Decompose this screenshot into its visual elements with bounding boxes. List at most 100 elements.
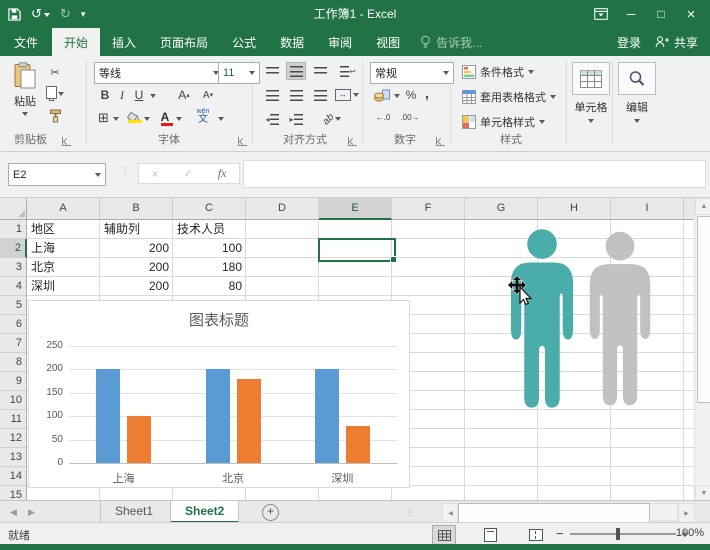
- formula-input[interactable]: [243, 160, 706, 188]
- font-size-select[interactable]: 11: [218, 62, 260, 84]
- grid-cell-C2[interactable]: 100: [173, 239, 246, 258]
- tab-formulas[interactable]: 公式: [220, 28, 268, 56]
- name-box-dropdown-icon[interactable]: [95, 173, 101, 177]
- align-center-button[interactable]: [286, 86, 306, 104]
- orientation-button[interactable]: ab: [318, 110, 346, 128]
- fill-color-dropdown-icon[interactable]: [144, 117, 150, 121]
- number-format-dropdown-icon[interactable]: [443, 71, 449, 75]
- align-top-button[interactable]: [262, 62, 282, 80]
- vertical-scrollbar[interactable]: ▲ ▼: [694, 198, 710, 500]
- grid-cell-A3[interactable]: 北京: [27, 258, 100, 277]
- person-pictogram-gray[interactable]: [584, 231, 656, 411]
- tab-file[interactable]: 文件: [0, 28, 52, 56]
- editing-group-button[interactable]: 编辑: [618, 62, 656, 123]
- chart-bar-技术人员-北京[interactable]: [237, 379, 261, 463]
- conditional-formatting-dropdown-icon[interactable]: [528, 70, 534, 74]
- comma-style-button[interactable]: ,: [422, 85, 432, 101]
- grid-cell-C1[interactable]: 技术人员: [173, 220, 246, 239]
- chart-bar-技术人员-深圳[interactable]: [346, 426, 370, 463]
- scroll-right-icon[interactable]: ▶: [678, 503, 695, 523]
- fill-color-button[interactable]: [126, 108, 142, 126]
- grid-cell-C3[interactable]: 180: [173, 258, 246, 277]
- cells-group-button[interactable]: 单元格: [572, 62, 610, 123]
- increase-indent-button[interactable]: ▸: [286, 110, 306, 128]
- grid-cell-B2[interactable]: 200: [100, 239, 173, 258]
- chart-bar-技术人员-上海[interactable]: [127, 416, 151, 463]
- format-as-table-button[interactable]: 套用表格格式: [462, 89, 556, 105]
- merge-center-button[interactable]: ↔: [334, 86, 360, 104]
- sign-in-link[interactable]: 登录: [617, 34, 641, 51]
- zoom-slider-thumb[interactable]: [616, 528, 620, 540]
- align-left-button[interactable]: [262, 86, 282, 104]
- borders-dropdown-icon[interactable]: [113, 117, 119, 121]
- grid-cell-B1[interactable]: 辅助列: [100, 220, 173, 239]
- minimize-button[interactable]: ─: [618, 2, 644, 26]
- sheet-nav-next-icon[interactable]: ▶: [28, 501, 35, 523]
- format-painter-button[interactable]: [46, 108, 64, 124]
- insert-function-icon[interactable]: fx: [218, 166, 227, 181]
- tab-page-layout[interactable]: 页面布局: [148, 28, 220, 56]
- accounting-dropdown-icon[interactable]: [394, 94, 400, 98]
- editing-dropdown-icon[interactable]: [634, 119, 640, 123]
- font-name-select[interactable]: 等线: [94, 62, 224, 84]
- shrink-font-button[interactable]: A▾: [200, 87, 216, 103]
- decrease-decimal-button[interactable]: .00→: [398, 110, 422, 124]
- align-bottom-button[interactable]: [310, 62, 330, 80]
- paste-button[interactable]: 粘贴: [8, 62, 42, 116]
- zoom-level[interactable]: 100%: [676, 527, 704, 539]
- grid-cell-A4[interactable]: 深圳: [27, 277, 100, 296]
- number-format-select[interactable]: 常规: [370, 62, 454, 84]
- maximize-button[interactable]: □: [648, 2, 674, 26]
- wrap-text-button[interactable]: ↩: [338, 62, 358, 80]
- phonetic-dropdown-icon[interactable]: [218, 117, 224, 121]
- copy-dropdown-icon[interactable]: [58, 92, 64, 96]
- number-dialog-launcher-icon[interactable]: [436, 137, 445, 146]
- share-button[interactable]: 共享: [655, 34, 698, 51]
- embedded-chart[interactable]: 图表标题 050100150200250上海北京深圳: [28, 300, 410, 488]
- bold-button[interactable]: B: [98, 87, 112, 103]
- accounting-format-button[interactable]: [372, 87, 392, 103]
- font-size-dropdown-icon[interactable]: [249, 71, 255, 75]
- tab-view[interactable]: 视图: [364, 28, 412, 56]
- increase-decimal-button[interactable]: ←.0: [372, 110, 394, 124]
- font-color-dropdown-icon[interactable]: [176, 117, 182, 121]
- ribbon-display-options-icon[interactable]: [588, 2, 614, 26]
- underline-button[interactable]: U: [132, 87, 146, 103]
- active-cell-selection[interactable]: [318, 238, 396, 262]
- conditional-formatting-button[interactable]: 条件格式: [462, 64, 534, 80]
- italic-button[interactable]: I: [116, 87, 128, 103]
- chart-bar-辅助列-北京[interactable]: [206, 369, 230, 463]
- grow-font-button[interactable]: A▴: [176, 87, 192, 103]
- zoom-slider-track[interactable]: [570, 533, 676, 535]
- copy-button[interactable]: [46, 86, 64, 102]
- merge-dropdown-icon[interactable]: [353, 93, 359, 97]
- grid-cell-B3[interactable]: 200: [100, 258, 173, 277]
- font-dialog-launcher-icon[interactable]: [238, 137, 247, 146]
- sheet-tab-sheet1[interactable]: Sheet1: [101, 501, 167, 523]
- chart-bar-辅助列-深圳[interactable]: [315, 369, 339, 463]
- format-as-table-dropdown-icon[interactable]: [550, 95, 556, 99]
- tab-data[interactable]: 数据: [268, 28, 316, 56]
- grid-cell-A2[interactable]: 上海: [27, 239, 100, 258]
- person-pictogram-teal[interactable]: [505, 228, 579, 414]
- grid-cell-B4[interactable]: 200: [100, 277, 173, 296]
- fill-handle[interactable]: [390, 256, 397, 263]
- cells-dropdown-icon[interactable]: [588, 119, 594, 123]
- new-sheet-button[interactable]: +: [262, 504, 279, 521]
- align-middle-button[interactable]: [286, 62, 306, 80]
- chart-bar-辅助列-上海[interactable]: [96, 369, 120, 463]
- decrease-indent-button[interactable]: ◂: [262, 110, 282, 128]
- cell-styles-dropdown-icon[interactable]: [539, 120, 545, 124]
- zoom-out-button[interactable]: −: [556, 526, 564, 541]
- clipboard-dialog-launcher-icon[interactable]: [62, 137, 71, 146]
- tell-me-box[interactable]: 告诉我...: [412, 28, 490, 56]
- grid-cell-A1[interactable]: 地区: [27, 220, 100, 239]
- font-color-button[interactable]: A: [158, 108, 172, 126]
- scroll-up-icon[interactable]: ▲: [695, 198, 710, 215]
- cell-styles-button[interactable]: 单元格样式: [462, 114, 545, 130]
- tab-scrollbar-splitter[interactable]: ⋮: [405, 501, 414, 523]
- close-button[interactable]: ×: [678, 2, 704, 26]
- sheet-nav-prev-icon[interactable]: ◀: [10, 501, 17, 523]
- align-right-button[interactable]: [310, 86, 330, 104]
- tab-review[interactable]: 审阅: [316, 28, 364, 56]
